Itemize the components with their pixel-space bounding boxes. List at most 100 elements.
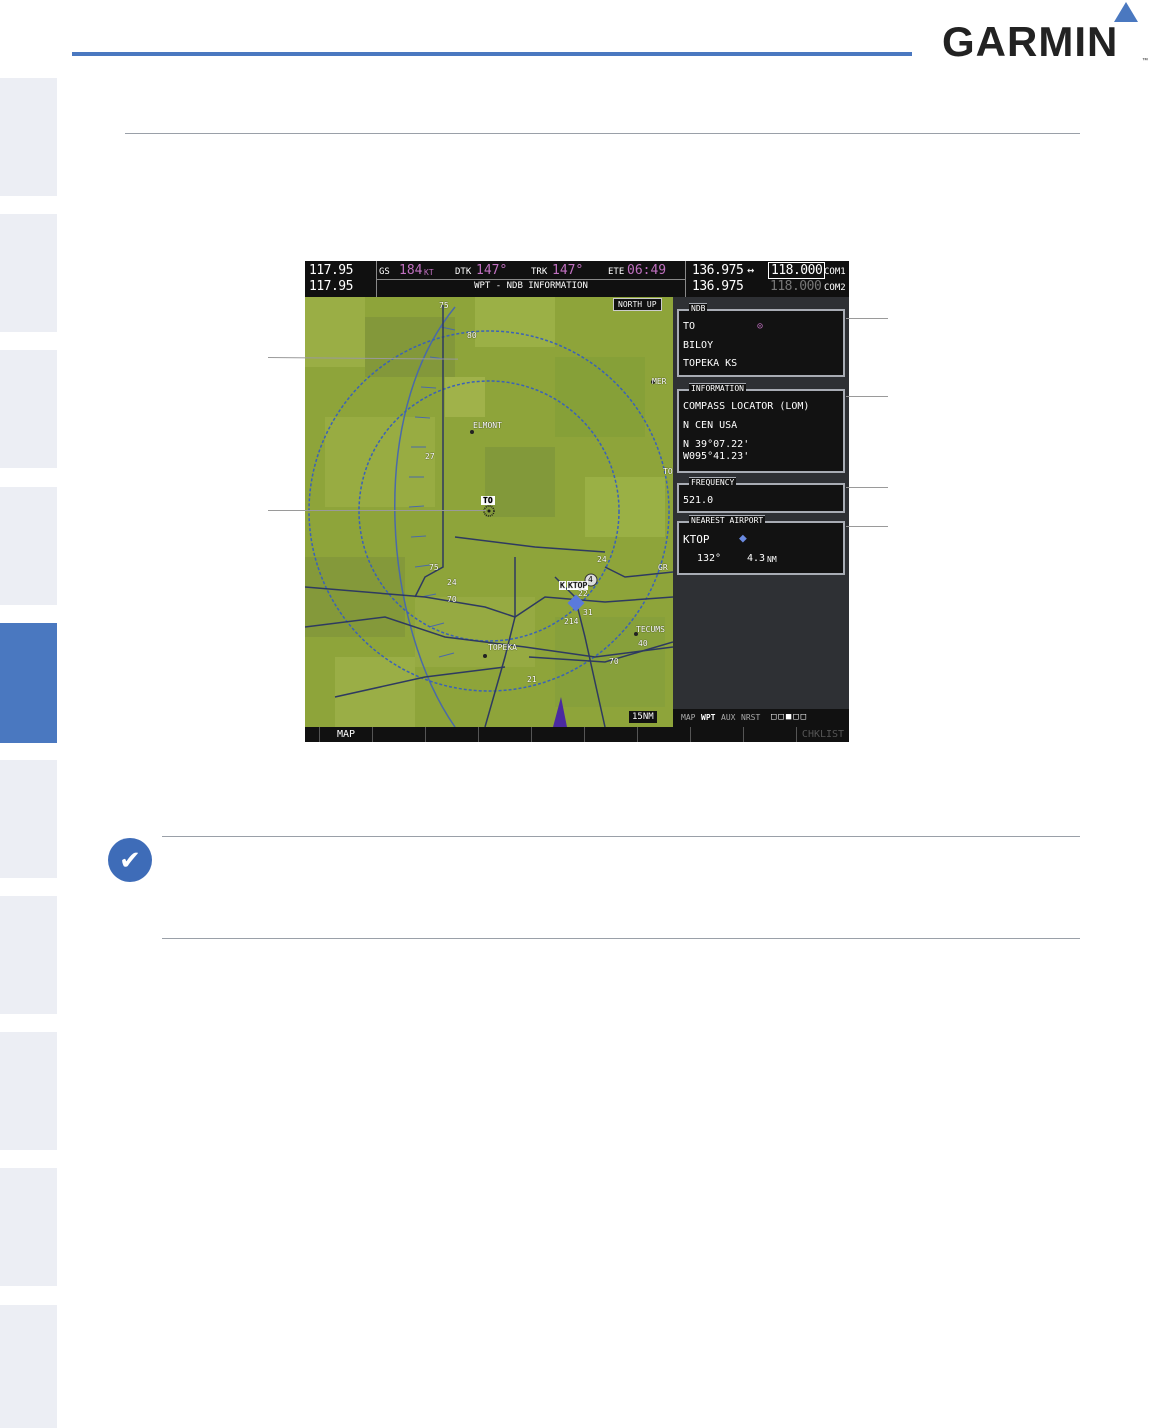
nearest-airport-box-title: NEAREST AIRPORT bbox=[689, 515, 766, 525]
ndb-region: N CEN USA bbox=[683, 420, 738, 431]
com2-active-freq: 136.975 bbox=[692, 279, 744, 294]
section-tab-10[interactable] bbox=[0, 1305, 57, 1428]
callout-line-info-box bbox=[846, 396, 888, 397]
ete-label: ETE bbox=[608, 267, 625, 277]
ndb-latitude: N 39°07.22' bbox=[683, 439, 750, 450]
map-orientation-label[interactable]: NORTH UP bbox=[613, 298, 662, 311]
map-route-21: 21 bbox=[527, 675, 537, 684]
callout-line-nearest-box bbox=[846, 526, 888, 527]
softkey-10[interactable] bbox=[743, 727, 796, 742]
page-title: WPT - NDB INFORMATION bbox=[474, 281, 588, 291]
section-tab-6[interactable] bbox=[0, 760, 57, 878]
note-rule-bottom bbox=[162, 938, 1080, 939]
nearest-airport-bearing: 132° bbox=[697, 553, 722, 564]
mfd-screen: 117.95 117.95 GS 184 KT DTK 147° TRK 147… bbox=[305, 261, 849, 742]
softkey-8[interactable] bbox=[637, 727, 690, 742]
ndb-name: BILOY bbox=[683, 340, 714, 351]
section-tab-7[interactable] bbox=[0, 896, 57, 1014]
garmin-logo: GARMIN bbox=[942, 18, 1119, 65]
frequency-box-title: FREQUENCY bbox=[689, 477, 737, 487]
softkey-5[interactable] bbox=[478, 727, 531, 742]
map-label-mer: MER bbox=[652, 377, 667, 386]
section-tab-2[interactable] bbox=[0, 214, 57, 332]
softkey-6[interactable] bbox=[531, 727, 584, 742]
airport-symbol-icon: ◆ bbox=[739, 531, 747, 546]
trademark: ™ bbox=[1142, 58, 1148, 64]
moving-map[interactable]: NORTH UP ELMONT TOPEKA TECUMS MER GR TO … bbox=[305, 297, 673, 727]
frequency-box: FREQUENCY 521.0 bbox=[677, 477, 845, 513]
dtk-value: 147° bbox=[476, 263, 508, 278]
nav1-active-freq: 117.95 bbox=[309, 263, 353, 278]
softkey-7[interactable] bbox=[584, 727, 637, 742]
com1-label: COM1 bbox=[824, 267, 846, 277]
page-group-map: MAP bbox=[681, 713, 696, 722]
com-swap-icon[interactable]: ↔ bbox=[747, 263, 754, 277]
map-label-tecums: TECUMS bbox=[636, 625, 665, 634]
gs-label: GS bbox=[379, 267, 390, 277]
com2-standby-freq: 118.000 bbox=[770, 279, 822, 294]
map-label-to-cut: TO bbox=[663, 467, 673, 476]
map-route-24b: 24 bbox=[447, 578, 457, 587]
ndb-longitude: W095°41.23' bbox=[683, 451, 750, 462]
ndb-identifier[interactable]: TO bbox=[683, 321, 695, 332]
section-tab-9[interactable] bbox=[0, 1168, 57, 1286]
com1-standby-freq[interactable]: 118.000 bbox=[768, 262, 826, 279]
information-box: INFORMATION COMPASS LOCATOR (LOM) N CEN … bbox=[677, 383, 845, 473]
info-panel: NDB TO ⊙ BILOY TOPEKA KS INFORMATION COM… bbox=[673, 297, 849, 727]
map-hwy-75-top: 75 bbox=[439, 301, 449, 310]
map-hwy-70b: 70 bbox=[609, 657, 619, 666]
map-route-24: 24 bbox=[597, 555, 607, 564]
ndb-symbol-icon: ⊙ bbox=[757, 321, 764, 332]
page-group-wpt: WPT bbox=[701, 713, 716, 722]
nearest-airport-ident[interactable]: KTOP bbox=[683, 533, 710, 546]
trk-label: TRK bbox=[531, 267, 548, 277]
ndb-frequency: 521.0 bbox=[683, 495, 714, 506]
softkey-bar: MAP CHKLIST bbox=[305, 727, 849, 742]
page-group-aux: AUX bbox=[721, 713, 736, 722]
softkey-map[interactable]: MAP bbox=[319, 727, 372, 742]
map-ndb-id[interactable]: TO bbox=[481, 496, 495, 505]
com1-active-freq: 136.975 bbox=[692, 263, 744, 278]
map-route-22: 22 bbox=[578, 589, 588, 598]
gs-unit: KT bbox=[424, 268, 434, 277]
map-route-80: 80 bbox=[467, 331, 477, 340]
dtk-label: DTK bbox=[455, 267, 472, 277]
softkey-chklist[interactable]: CHKLIST bbox=[796, 727, 849, 742]
information-box-title: INFORMATION bbox=[689, 383, 746, 393]
nearest-airport-distance-unit: NM bbox=[767, 555, 777, 564]
divider bbox=[377, 279, 685, 280]
map-route-31: 31 bbox=[583, 608, 593, 617]
ndb-type: COMPASS LOCATOR (LOM) bbox=[683, 401, 810, 412]
note-pencil-icon: ✔ bbox=[108, 838, 152, 882]
callout-line-ndb-symbol bbox=[268, 510, 486, 511]
map-range-label[interactable]: 15NM bbox=[629, 711, 657, 723]
page-index-boxes-icon: □□■□□ bbox=[771, 712, 809, 722]
callout-line-ndb-box bbox=[846, 318, 888, 319]
divider bbox=[685, 261, 686, 297]
softkey-4[interactable] bbox=[425, 727, 478, 742]
softkey-3[interactable] bbox=[372, 727, 425, 742]
section-rule-top bbox=[125, 133, 1080, 134]
page-group-nrst: NRST bbox=[741, 713, 761, 722]
map-route-27: 27 bbox=[425, 452, 435, 461]
gs-value: 184 bbox=[399, 263, 423, 278]
nearest-airport-box[interactable]: NEAREST AIRPORT KTOP ◆ 132° 4.3 NM bbox=[677, 515, 845, 575]
nav1-standby-freq: 117.95 bbox=[309, 279, 353, 294]
section-tab-3[interactable] bbox=[0, 350, 57, 468]
map-hwy-75: 75 bbox=[429, 563, 439, 572]
callout-line-freq-box bbox=[846, 487, 888, 488]
ndb-box-title: NDB bbox=[689, 303, 708, 313]
map-route-40: 40 bbox=[638, 639, 648, 648]
softkey-9[interactable] bbox=[690, 727, 743, 742]
map-label-topeka: TOPEKA bbox=[488, 643, 517, 652]
section-tab-5-active[interactable] bbox=[0, 623, 57, 743]
ete-value: 06:49 bbox=[627, 263, 667, 278]
map-route-4: 4 bbox=[588, 575, 593, 584]
section-tab-4[interactable] bbox=[0, 487, 57, 605]
ndb-box[interactable]: NDB TO ⊙ BILOY TOPEKA KS bbox=[677, 303, 845, 377]
section-tab-8[interactable] bbox=[0, 1032, 57, 1150]
com2-label: COM2 bbox=[824, 283, 846, 293]
page-group-indicator: MAP WPT AUX NRST □□■□□ bbox=[673, 709, 849, 727]
section-tab-1[interactable] bbox=[0, 78, 57, 196]
top-status-bar: 117.95 117.95 GS 184 KT DTK 147° TRK 147… bbox=[305, 261, 849, 297]
